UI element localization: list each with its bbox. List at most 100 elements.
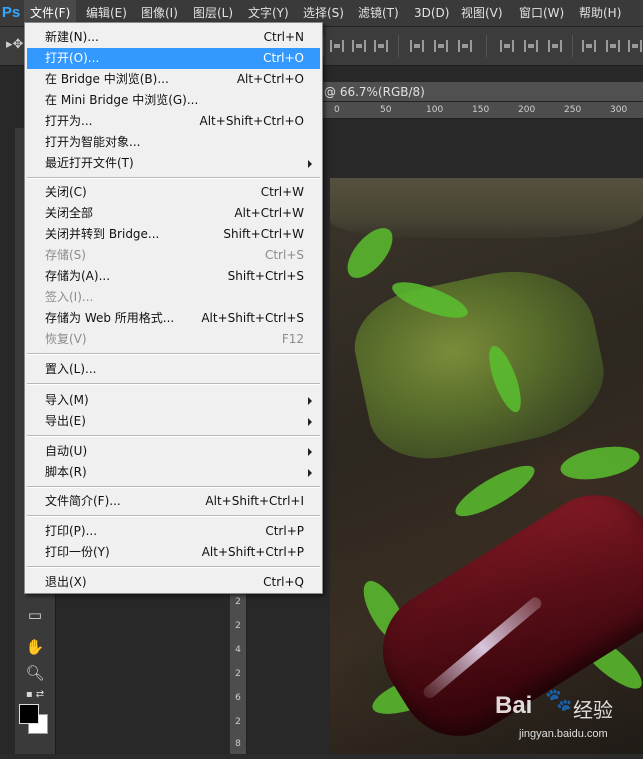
menu-divider bbox=[27, 353, 320, 355]
menu-item-exit[interactable]: 退出(X) Ctrl+Q bbox=[27, 572, 320, 593]
shortcut-label: Ctrl+O bbox=[263, 51, 304, 65]
distribute-left-icon[interactable] bbox=[582, 40, 596, 52]
menu-divider bbox=[27, 566, 320, 568]
menu-divider bbox=[27, 435, 320, 437]
ruler-tick-label: 6 bbox=[235, 693, 241, 703]
menu-view[interactable]: 视图(V) bbox=[455, 0, 509, 26]
menu-item-revert[interactable]: 恢复(V) F12 bbox=[27, 329, 320, 350]
menu-item-close-all[interactable]: 关闭全部 Alt+Ctrl+W bbox=[27, 203, 320, 224]
menu-help[interactable]: 帮助(H) bbox=[573, 0, 627, 26]
menu-item-print[interactable]: 打印(P)... Ctrl+P bbox=[27, 521, 320, 542]
align-right-icon[interactable] bbox=[458, 40, 472, 52]
align-left-icon[interactable] bbox=[410, 40, 424, 52]
shortcut-label: Ctrl+W bbox=[260, 185, 304, 199]
photoshop-logo: Ps bbox=[1, 4, 21, 21]
menu-item-print-one-copy[interactable]: 打印一份(Y) Alt+Shift+Ctrl+P bbox=[27, 542, 320, 563]
ruler-tick-label: 50 bbox=[380, 105, 392, 115]
ruler-tick-label: 100 bbox=[426, 105, 444, 115]
menu-filter[interactable]: 滤镜(T) bbox=[352, 0, 405, 26]
ruler-tick-label: 2 bbox=[235, 597, 241, 607]
fern-shape bbox=[449, 457, 541, 525]
menu-item-open-recent[interactable]: 最近打开文件(T) bbox=[27, 153, 320, 174]
menu-item-save[interactable]: 存储(S) Ctrl+S bbox=[27, 245, 320, 266]
shortcut-label: F12 bbox=[281, 332, 304, 346]
menu-item-place[interactable]: 置入(L)... bbox=[27, 359, 320, 380]
submenu-arrow-icon bbox=[308, 469, 312, 477]
document-tab[interactable]: @ 66.7%(RGB/8) bbox=[322, 82, 643, 102]
watermark-logo-tail: 经验 bbox=[573, 698, 613, 722]
shortcut-label: Alt+Ctrl+O bbox=[236, 72, 304, 86]
ruler-tick-label: 150 bbox=[472, 105, 490, 115]
move-tool-icon[interactable]: ▸✥ bbox=[6, 37, 23, 52]
menu-item-file-info[interactable]: 文件简介(F)... Alt+Shift+Ctrl+I bbox=[27, 491, 320, 512]
menu-item-open[interactable]: 打开(O)... Ctrl+O bbox=[27, 48, 320, 69]
watermark-url: jingyan.baidu.com bbox=[519, 728, 608, 740]
shortcut-label: Shift+Ctrl+W bbox=[223, 227, 304, 241]
menu-item-close-and-go-to-bridge[interactable]: 关闭并转到 Bridge... Shift+Ctrl+W bbox=[27, 224, 320, 245]
menu-item-browse-in-mini-bridge[interactable]: 在 Mini Bridge 中浏览(G)... bbox=[27, 90, 320, 111]
align-bottom-icon[interactable] bbox=[374, 40, 388, 52]
menu-item-save-for-web[interactable]: 存储为 Web 所用格式... Alt+Shift+Ctrl+S bbox=[27, 308, 320, 329]
menu-window[interactable]: 窗口(W) bbox=[513, 0, 570, 26]
menu-item-open-as-smart-object[interactable]: 打开为智能对象... bbox=[27, 132, 320, 153]
ruler-tick-label: 2 bbox=[235, 717, 241, 727]
menu-item-close[interactable]: 关闭(C) Ctrl+W bbox=[27, 182, 320, 203]
ruler-tick-label: 8 bbox=[235, 739, 241, 749]
ruler-tick-label: 4 bbox=[235, 645, 241, 655]
shortcut-label: Ctrl+S bbox=[264, 248, 304, 262]
ruler-tick-label: 250 bbox=[564, 105, 582, 115]
menu-item-browse-in-bridge[interactable]: 在 Bridge 中浏览(B)... Alt+Ctrl+O bbox=[27, 69, 320, 90]
watermark-logo: Bai bbox=[495, 692, 533, 719]
submenu-arrow-icon bbox=[308, 448, 312, 456]
align-hcenter-icon[interactable] bbox=[434, 40, 448, 52]
default-colors-icon[interactable]: ▪ ⇄ bbox=[25, 686, 45, 704]
menu-divider bbox=[27, 177, 320, 179]
ruler-tick-label: 0 bbox=[334, 105, 340, 115]
menu-item-scripts[interactable]: 脚本(R) bbox=[27, 462, 320, 483]
distribute-hcenter-icon[interactable] bbox=[606, 40, 620, 52]
horizontal-ruler: 0 50 100 150 200 250 300 bbox=[322, 102, 643, 119]
distribute-top-icon[interactable] bbox=[500, 40, 514, 52]
distribute-right-icon[interactable] bbox=[628, 40, 642, 52]
menu-divider bbox=[27, 486, 320, 488]
menu-item-import[interactable]: 导入(M) bbox=[27, 390, 320, 411]
paw-icon: 🐾 bbox=[545, 688, 573, 713]
menu-item-open-as[interactable]: 打开为... Alt+Shift+Ctrl+O bbox=[27, 111, 320, 132]
vertical-ruler: 2 2 4 2 6 2 8 bbox=[230, 590, 247, 754]
menu-item-check-in[interactable]: 签入(I)... bbox=[27, 287, 320, 308]
distribute-bottom-icon[interactable] bbox=[548, 40, 562, 52]
separator bbox=[486, 35, 487, 57]
zoom-tool-icon[interactable]: 🔍︎ bbox=[25, 664, 45, 682]
submenu-arrow-icon bbox=[308, 418, 312, 426]
menu-item-new[interactable]: 新建(N)... Ctrl+N bbox=[27, 27, 320, 48]
shortcut-label: Alt+Shift+Ctrl+O bbox=[199, 114, 304, 128]
shortcut-label: Alt+Shift+Ctrl+S bbox=[201, 311, 304, 325]
submenu-arrow-icon bbox=[308, 160, 312, 168]
shortcut-label: Ctrl+P bbox=[265, 524, 304, 538]
ruler-tick-label: 2 bbox=[235, 621, 241, 631]
distribute-vcenter-icon[interactable] bbox=[524, 40, 538, 52]
menu-item-export[interactable]: 导出(E) bbox=[27, 411, 320, 432]
shortcut-label: Ctrl+Q bbox=[263, 575, 304, 589]
shortcut-label: Alt+Ctrl+W bbox=[234, 206, 304, 220]
hand-tool-icon[interactable]: ✋ bbox=[25, 638, 45, 656]
ruler-tick-label: 2 bbox=[235, 669, 241, 679]
file-menu-dropdown: 新建(N)... Ctrl+N 打开(O)... Ctrl+O 在 Bridge… bbox=[24, 22, 323, 594]
ruler-tick-label: 300 bbox=[610, 105, 628, 115]
ruler-tick-label: 200 bbox=[518, 105, 536, 115]
menu-item-automate[interactable]: 自动(U) bbox=[27, 441, 320, 462]
menu-3d[interactable]: 3D(D) bbox=[408, 0, 455, 26]
rounded-rectangle-tool-icon[interactable]: ▭ bbox=[25, 606, 45, 624]
menu-item-save-as[interactable]: 存储为(A)... Shift+Ctrl+S bbox=[27, 266, 320, 287]
separator bbox=[323, 35, 324, 57]
align-vcenter-icon[interactable] bbox=[352, 40, 366, 52]
menu-divider bbox=[27, 383, 320, 385]
shortcut-label: Alt+Shift+Ctrl+P bbox=[201, 545, 304, 559]
baidu-jingyan-watermark: Bai 🐾 经验 jingyan.baidu.com bbox=[495, 688, 643, 750]
align-top-icon[interactable] bbox=[330, 40, 344, 52]
separator bbox=[572, 35, 573, 57]
foreground-color-swatch[interactable] bbox=[19, 704, 39, 724]
fern-shape bbox=[558, 441, 642, 485]
submenu-arrow-icon bbox=[308, 397, 312, 405]
menu-divider bbox=[27, 515, 320, 517]
